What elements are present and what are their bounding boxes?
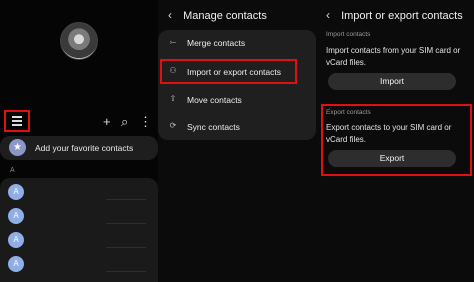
menu-item-label: Merge contacts bbox=[187, 38, 246, 48]
contact-name-placeholder bbox=[106, 271, 146, 272]
add-favorites-label: Add your favorite contacts bbox=[35, 143, 134, 153]
back-arrow-icon[interactable]: ‹ bbox=[168, 8, 172, 22]
menu-item-label: Sync contacts bbox=[187, 122, 240, 132]
import-section-title: Import contacts bbox=[326, 31, 371, 38]
manage-menu: ⤚ Merge contacts ⚇ Import or export cont… bbox=[158, 30, 316, 140]
menu-highlight bbox=[4, 110, 30, 132]
menu-item-move[interactable]: ⇧ Move contacts bbox=[158, 89, 316, 111]
manage-contacts-panel: ‹ Manage contacts ⤚ Merge contacts ⚇ Imp… bbox=[158, 0, 316, 282]
import-export-panel: ‹ Import or export contacts Import conta… bbox=[316, 0, 474, 282]
sync-icon: ⟳ bbox=[169, 121, 177, 130]
more-options-icon[interactable]: ⋮ bbox=[139, 114, 152, 130]
section-header-a: A bbox=[10, 167, 15, 174]
import-export-header: ‹ Import or export contacts bbox=[326, 8, 463, 22]
contacts-panel: + ⌕ ⋮ ★ Add your favorite contacts A A A… bbox=[0, 0, 158, 282]
star-icon: ★ bbox=[9, 139, 26, 156]
profile-picture[interactable] bbox=[60, 22, 98, 60]
back-arrow-icon[interactable]: ‹ bbox=[326, 8, 330, 22]
move-icon: ⇧ bbox=[169, 94, 177, 103]
page-title: Import or export contacts bbox=[341, 10, 463, 22]
contact-name-placeholder bbox=[106, 247, 146, 248]
import-button[interactable]: Import bbox=[328, 73, 456, 90]
menu-item-label: Move contacts bbox=[187, 95, 242, 105]
add-favorites-row[interactable]: ★ Add your favorite contacts bbox=[0, 136, 158, 160]
contact-name-placeholder bbox=[106, 199, 146, 200]
menu-item-merge[interactable]: ⤚ Merge contacts bbox=[158, 32, 316, 54]
menu-item-sync[interactable]: ⟳ Sync contacts bbox=[158, 116, 316, 138]
contact-list: A A A A bbox=[0, 178, 158, 282]
add-icon[interactable]: + bbox=[103, 114, 111, 129]
export-section-title: Export contacts bbox=[326, 109, 371, 116]
contact-avatar[interactable]: A bbox=[8, 232, 24, 248]
export-button[interactable]: Export bbox=[328, 150, 456, 167]
contact-avatar[interactable]: A bbox=[8, 256, 24, 272]
contact-avatar[interactable]: A bbox=[8, 208, 24, 224]
import-description: Import contacts from your SIM card or vC… bbox=[326, 46, 461, 67]
contact-name-placeholder bbox=[106, 223, 146, 224]
manage-header: ‹ Manage contacts bbox=[168, 8, 267, 22]
contact-avatar[interactable]: A bbox=[8, 184, 24, 200]
merge-icon: ⤚ bbox=[169, 37, 177, 46]
import-export-highlight bbox=[160, 59, 297, 84]
menu-icon[interactable] bbox=[12, 116, 22, 126]
page-title: Manage contacts bbox=[183, 10, 267, 22]
search-icon[interactable]: ⌕ bbox=[121, 114, 128, 130]
export-description: Export contacts to your SIM card or vCar… bbox=[326, 123, 452, 144]
